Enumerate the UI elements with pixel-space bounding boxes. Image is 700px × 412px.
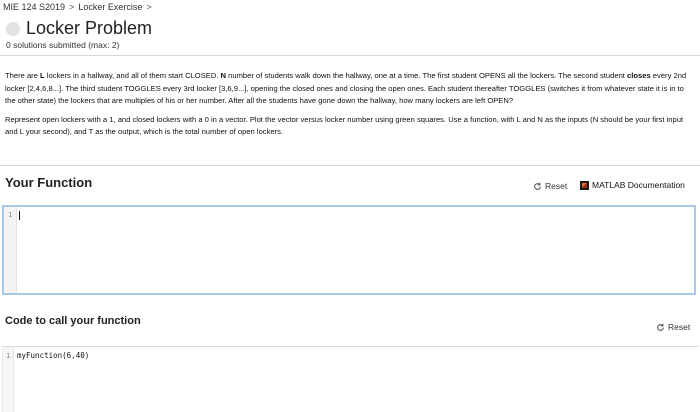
call-code: myFunction(6,40): [17, 351, 90, 360]
problem-description: There are L lockers in a hallway, and al…: [5, 70, 695, 145]
breadcrumb-separator: >: [69, 2, 75, 12]
call-function-heading: Code to call your function: [5, 315, 141, 327]
line-number: 1: [8, 211, 13, 219]
solutions-count: 0 solutions submitted (max: 2): [6, 40, 120, 50]
matlab-documentation-link[interactable]: MATLAB Documentation: [580, 180, 685, 190]
line-number-gutter: 1: [3, 347, 14, 412]
your-function-heading: Your Function: [5, 175, 93, 190]
text-cursor: [19, 211, 20, 220]
description-paragraph-1: There are L lockers in a hallway, and al…: [5, 71, 687, 106]
call-reset-button[interactable]: Reset: [656, 322, 690, 332]
breadcrumb-page-link[interactable]: Locker Exercise: [78, 2, 142, 12]
breadcrumb-course-link[interactable]: MIE 124 S2019: [3, 2, 65, 12]
function-reset-button[interactable]: Reset: [533, 181, 567, 191]
reset-label: Reset: [545, 181, 568, 191]
matlab-logo-icon: [580, 180, 589, 190]
divider: [0, 55, 700, 56]
call-code-editor[interactable]: 1 myFunction(6,40): [2, 346, 699, 412]
divider: [0, 165, 700, 166]
reset-label: Reset: [668, 322, 691, 332]
documentation-label: MATLAB Documentation: [592, 180, 685, 190]
function-code-editor[interactable]: 1: [2, 205, 696, 295]
line-number-gutter: 1: [4, 207, 17, 293]
breadcrumb-separator: >: [146, 2, 152, 12]
breadcrumb: MIE 124 S2019 > Locker Exercise >: [3, 0, 152, 14]
line-number: 1: [6, 352, 11, 360]
description-paragraph-2: Represent open lockers with a 1, and clo…: [5, 114, 684, 137]
page-title: Locker Problem: [26, 18, 153, 38]
title-row: Locker Problem: [6, 18, 152, 39]
reset-icon: [656, 323, 665, 332]
status-circle-icon: [6, 21, 20, 36]
reset-icon: [533, 182, 542, 191]
